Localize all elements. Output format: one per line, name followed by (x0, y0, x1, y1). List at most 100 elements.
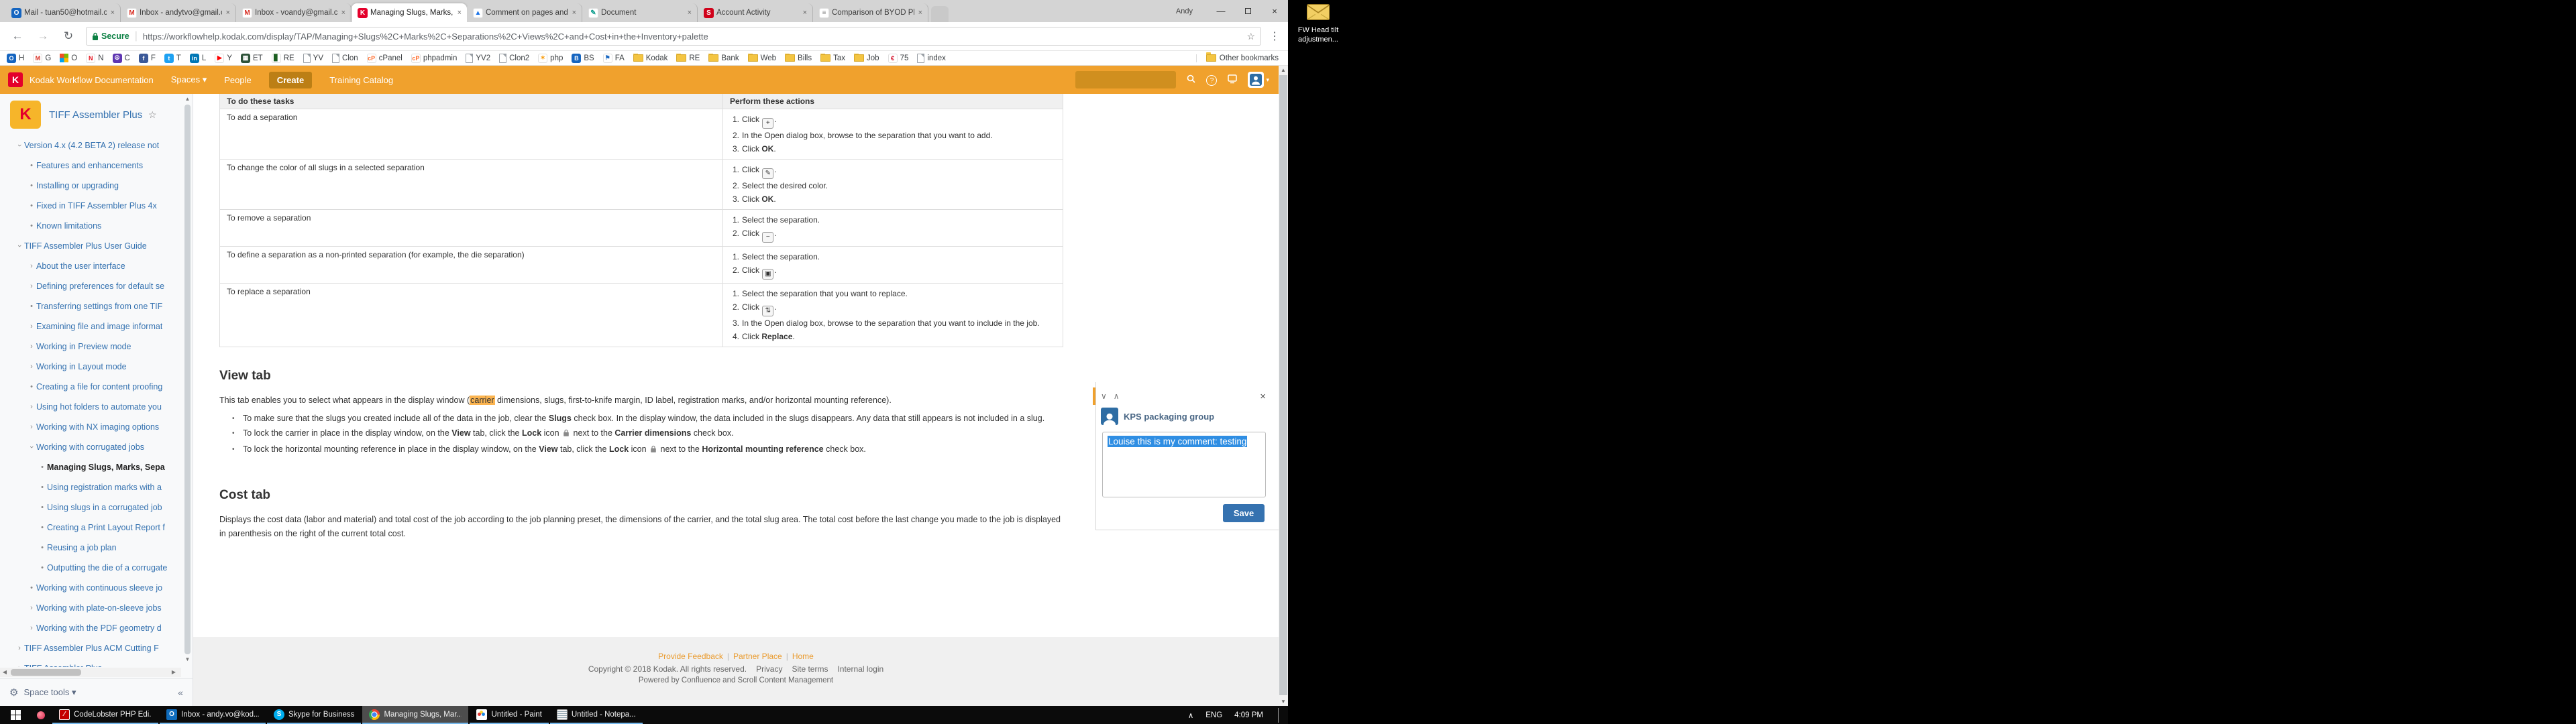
sidebar-item[interactable]: •Using registration marks with a (0, 477, 180, 497)
site-title[interactable]: Kodak Workflow Documentation (30, 75, 154, 85)
sidebar-item[interactable]: •Features and enhancements (0, 156, 180, 176)
taskbar-item-skype[interactable]: SSkype for Business (267, 706, 361, 724)
bookmark-item[interactable]: BBS (572, 54, 594, 63)
close-icon[interactable]: × (1260, 391, 1266, 402)
bookmark-item[interactable]: Bills (785, 54, 812, 62)
replace-separation-icon[interactable]: ⇅ (762, 306, 773, 316)
sidebar-item[interactable]: ›Working with plate-on-sleeve jobs (0, 598, 180, 618)
training-catalog-menu[interactable]: Training Catalog (329, 75, 393, 85)
page-scrollbar[interactable]: ▲ ▼ (1279, 66, 1288, 706)
comment-textarea[interactable]: Louise this is my comment: testing (1102, 432, 1266, 497)
tab-close-icon[interactable]: × (456, 9, 463, 17)
add-separation-icon[interactable]: + (762, 118, 773, 129)
collapse-sidebar-icon[interactable]: « (178, 687, 183, 698)
back-button[interactable]: ← (9, 29, 25, 43)
taskbar-item-paint[interactable]: Untitled - Paint (470, 706, 548, 724)
next-comment-icon[interactable]: ∧ (1114, 391, 1120, 401)
help-icon[interactable]: ? (1206, 74, 1217, 86)
bookmark-item[interactable]: Bank (708, 54, 739, 62)
sidebar-item[interactable]: •Known limitations (0, 216, 180, 236)
space-tools-menu[interactable]: Space tools ▾ (23, 687, 76, 698)
desktop-shortcut-email[interactable]: FW Head tilt adjustmen... (1291, 4, 1346, 44)
bookmark-item[interactable]: NN (86, 54, 103, 63)
browser-tab[interactable]: MInbox - andytvo@gmail.c× (121, 3, 236, 22)
close-button[interactable]: × (1261, 0, 1288, 22)
scroll-right-icon[interactable]: ▶ (169, 668, 178, 677)
footer-link[interactable]: Partner Place (733, 652, 782, 661)
browser-tab[interactable]: MInbox - voandy@gmail.co× (236, 3, 352, 22)
browser-tab[interactable]: SAccount Activity× (698, 3, 813, 22)
bookmark-item[interactable]: Web (748, 54, 776, 62)
create-button[interactable]: Create (269, 72, 312, 88)
tab-close-icon[interactable]: × (109, 9, 116, 17)
tab-close-icon[interactable]: × (225, 9, 231, 17)
sidebar-item[interactable]: •Managing Slugs, Marks, Sepa (0, 457, 180, 477)
footer-legal-link[interactable]: Site terms (792, 664, 828, 674)
tab-close-icon[interactable]: × (340, 9, 347, 17)
people-menu[interactable]: People (224, 75, 251, 85)
remove-separation-icon[interactable]: − (762, 232, 773, 243)
notifications-icon[interactable] (1228, 74, 1237, 86)
sidebar-item[interactable]: ›Examining file and image informat (0, 316, 180, 337)
scrollbar-thumb[interactable] (1279, 75, 1287, 695)
browser-tab[interactable]: OMail - tuan50@hotmail.c× (5, 3, 121, 22)
user-avatar[interactable] (1248, 72, 1264, 88)
sidebar-item[interactable]: •Installing or upgrading (0, 176, 180, 196)
space-name[interactable]: TIFF Assembler Plus (49, 109, 143, 121)
maximize-button[interactable] (1234, 0, 1261, 22)
scrollbar-thumb[interactable] (184, 105, 191, 654)
minimize-button[interactable]: — (1208, 0, 1234, 22)
tab-close-icon[interactable]: × (571, 9, 578, 17)
sidebar-item[interactable]: ›TIFF Assembler Plus User Guide (0, 236, 180, 256)
bookmark-item[interactable]: Clon2 (499, 54, 529, 63)
bookmark-star-icon[interactable]: ☆ (1246, 31, 1255, 42)
sidebar-item[interactable]: ›Working in Preview mode (0, 337, 180, 357)
taskbar-item-outlook[interactable]: OInbox - andy.vo@kod... (160, 706, 266, 724)
address-bar[interactable]: Secure | https://workflowhelp.kodak.com/… (86, 27, 1261, 46)
sidebar-item[interactable]: •Working with continuous sleeve jo (0, 578, 180, 598)
bookmark-item[interactable]: index (917, 54, 946, 63)
bookmark-item[interactable]: OH (7, 54, 24, 63)
sidebar-item[interactable]: ›Defining preferences for default se (0, 276, 180, 296)
tab-close-icon[interactable]: × (686, 9, 693, 17)
bookmark-item[interactable]: Tax (820, 54, 845, 62)
bookmark-item[interactable]: cPphpadmin (411, 54, 458, 63)
bookmark-item[interactable]: YV2 (466, 54, 490, 63)
sidebar-item[interactable]: ›TIFF Assembler Plus ACM Cutting F (0, 638, 180, 658)
clock[interactable]: 4:09 PM (1234, 711, 1263, 719)
secure-badge[interactable]: Secure (92, 32, 129, 41)
sidebar-item[interactable]: •Outputting the die of a corrugate (0, 558, 180, 578)
browser-tab[interactable]: ✎Document× (582, 3, 698, 22)
sidebar-item[interactable]: •Reusing a job plan (0, 538, 180, 558)
scroll-down-icon[interactable]: ▼ (183, 656, 192, 664)
previous-comment-icon[interactable]: ∨ (1101, 391, 1107, 401)
sidebar-item[interactable]: ›Using hot folders to automate you (0, 397, 180, 417)
gear-icon[interactable]: ⚙ (9, 686, 18, 699)
bookmark-item[interactable]: Kodak (633, 54, 668, 62)
browser-menu-icon[interactable]: ⋮ (1269, 29, 1280, 43)
taskbar-item-notepad[interactable]: Untitled - Notepa... (550, 706, 643, 724)
sidebar-item[interactable]: ›Working with the PDF geometry d (0, 618, 180, 638)
sidebar-item[interactable]: •Creating a file for content proofing (0, 377, 180, 397)
kodak-logo-icon[interactable]: K (8, 72, 23, 87)
bookmark-item[interactable]: inL (190, 54, 206, 63)
show-desktop-button[interactable] (1278, 708, 1279, 723)
sidebar-item[interactable]: ›Working with NX imaging options (0, 417, 180, 437)
sidebar-item[interactable]: •Creating a Print Layout Report f (0, 518, 180, 538)
bookmark-item[interactable]: ⚑FA (603, 54, 625, 63)
tab-close-icon[interactable]: × (802, 9, 808, 17)
tray-chevron-icon[interactable]: ∧ (1188, 711, 1193, 720)
bookmark-item[interactable]: ✶php (538, 54, 563, 63)
new-tab-button[interactable] (931, 6, 949, 22)
sidebar-vertical-scrollbar[interactable]: ▲ ▼ (183, 95, 192, 664)
bookmark-item[interactable]: MG (33, 54, 51, 63)
bookmark-item[interactable]: O (60, 54, 77, 62)
favorite-star-icon[interactable]: ☆ (148, 109, 157, 121)
bookmark-item[interactable]: Job (854, 54, 879, 62)
sidebar-item[interactable]: •Using slugs in a corrugated job (0, 497, 180, 518)
bookmark-item[interactable]: ▶Y (215, 54, 232, 63)
spaces-menu[interactable]: Spaces ▾ (171, 74, 207, 85)
sidebar-horizontal-scrollbar[interactable]: ◀ ▶ (0, 668, 181, 677)
sidebar-item[interactable]: ›Version 4.x (4.2 BETA 2) release not (0, 135, 180, 156)
search-icon[interactable] (1187, 74, 1195, 85)
